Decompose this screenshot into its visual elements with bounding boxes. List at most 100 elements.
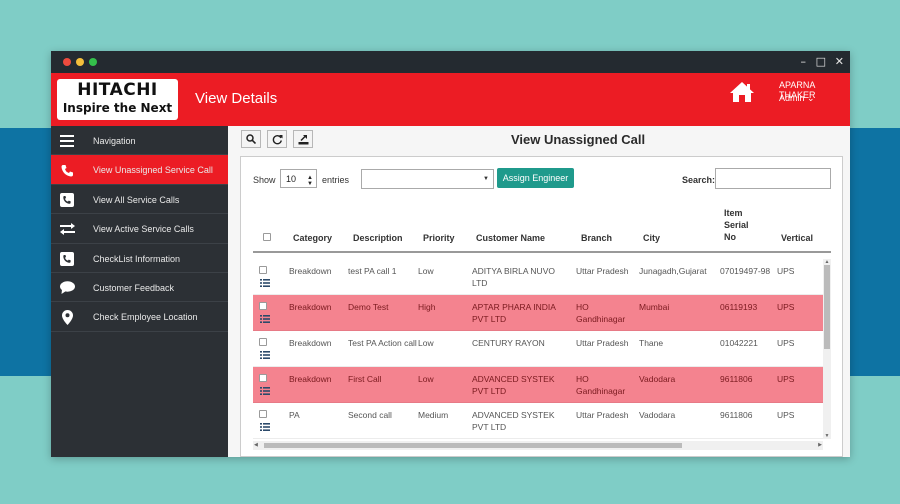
cell-vertical: UPS <box>777 374 795 384</box>
cell-customer: ADVANCED SYSTEK PVT LTD <box>472 374 555 396</box>
cell-customer: CENTURY RAYON <box>472 338 545 348</box>
cell-customer: APTAR PHARA INDIA PVT LTD <box>472 302 556 324</box>
entries-label: entries <box>322 175 350 185</box>
cell-vertical: UPS <box>777 338 795 348</box>
sidebar-item-label: Check Employee Location <box>93 312 198 323</box>
zoom-dot[interactable] <box>89 58 97 66</box>
minimize-icon[interactable]: – <box>801 55 807 69</box>
header-vertical[interactable]: Vertical <box>781 233 813 243</box>
close-icon[interactable]: ✕ <box>835 55 844 69</box>
cell-city: Mumbai <box>639 302 670 312</box>
list-icon[interactable] <box>260 387 270 395</box>
sidebar-item-feedback[interactable]: Customer Feedback <box>51 273 228 303</box>
sidebar-item-label: View All Service Calls <box>93 194 180 205</box>
close-dot[interactable] <box>63 58 71 66</box>
table-row[interactable]: Breakdown Demo Test High APTAR PHARA IND… <box>253 295 823 331</box>
vertical-scroll-thumb[interactable] <box>824 265 830 349</box>
cell-branch: Uttar Pradesh <box>576 338 629 348</box>
phone-square-icon <box>59 251 75 267</box>
cell-description: Demo Test <box>348 302 389 312</box>
maximize-icon[interactable]: □ <box>816 55 826 69</box>
cell-branch: Uttar Pradesh <box>576 410 629 420</box>
header-serial-line2[interactable]: Serial <box>724 220 749 230</box>
table-row[interactable]: Breakdown Test PA Action call Low CENTUR… <box>253 331 823 367</box>
horizontal-scrollbar[interactable]: ◀ ▶ <box>253 441 823 450</box>
header-branch[interactable]: Branch <box>581 233 612 243</box>
chat-bubble-icon <box>59 280 75 296</box>
row-checkbox[interactable] <box>259 410 267 418</box>
header-serial-line3[interactable]: No <box>724 232 736 242</box>
sidebar-item-checklist[interactable]: CheckList Information <box>51 244 228 273</box>
cell-serial: 01042221 <box>720 338 758 348</box>
assign-engineer-button[interactable]: Assign Engineer <box>497 168 574 188</box>
search-label: Search: <box>682 175 716 185</box>
cell-priority: Medium <box>418 410 449 420</box>
table-body: Breakdown test PA call 1 Low ADITYA BIRL… <box>253 259 823 439</box>
list-icon[interactable] <box>260 279 270 287</box>
vertical-scrollbar[interactable]: ▲ ▼ <box>823 259 831 439</box>
export-icon <box>298 134 308 144</box>
horizontal-scroll-thumb[interactable] <box>264 443 682 448</box>
header-serial-line1[interactable]: Item <box>724 208 743 218</box>
table-row[interactable]: Breakdown First Call Low ADVANCED SYSTEK… <box>253 367 823 403</box>
header-description[interactable]: Description <box>353 233 403 243</box>
list-icon[interactable] <box>260 315 270 323</box>
scroll-left-icon[interactable]: ◀ <box>254 441 258 450</box>
table-row[interactable]: Breakdown test PA call 1 Low ADITYA BIRL… <box>253 259 823 295</box>
sidebar-item-navigation[interactable]: Navigation <box>51 126 228 156</box>
row-checkbox[interactable] <box>259 266 267 274</box>
cell-city: Thane <box>639 338 664 348</box>
cell-category: PA <box>289 410 300 420</box>
cell-vertical: UPS <box>777 410 795 420</box>
user-role-dropdown[interactable]: Admin ⌄ <box>779 93 815 104</box>
show-label: Show <box>253 175 276 185</box>
table-row[interactable]: PA Second call Medium ADVANCED SYSTEK PV… <box>253 403 823 439</box>
entries-value: 10 <box>286 174 297 184</box>
cell-city: Junagadh,Gujarat <box>639 266 707 276</box>
cell-category: Breakdown <box>289 302 332 312</box>
header-city[interactable]: City <box>643 233 660 243</box>
logo-main-text: HITACHI <box>77 80 158 100</box>
sidebar-item-label: View Unassigned Service Call <box>93 165 213 176</box>
sidebar-item-view-all[interactable]: View All Service Calls <box>51 185 228 215</box>
cell-serial: 9611806 <box>720 374 753 384</box>
select-all-checkbox[interactable] <box>263 233 271 241</box>
cell-customer: ADITYA BIRLA NUVO LTD <box>472 266 555 288</box>
row-checkbox[interactable] <box>259 374 267 382</box>
row-checkbox[interactable] <box>259 302 267 310</box>
sidebar-item-label: Navigation <box>93 136 136 146</box>
export-button[interactable] <box>293 130 313 148</box>
list-icon[interactable] <box>260 423 270 431</box>
scroll-right-icon[interactable]: ▶ <box>818 441 822 450</box>
engineer-select[interactable]: ▼ <box>361 169 494 189</box>
calls-panel: Show 10 ▲ ▼ entries ▼ Assign Engineer Sea… <box>240 156 843 457</box>
list-icon[interactable] <box>260 351 270 359</box>
header-priority[interactable]: Priority <box>423 233 455 243</box>
cell-category: Breakdown <box>289 374 332 384</box>
chevron-down-icon: ▼ <box>483 176 489 182</box>
header-customer[interactable]: Customer Name <box>476 233 545 243</box>
cell-serial: 06119193 <box>720 302 758 312</box>
minimize-dot[interactable] <box>76 58 84 66</box>
sidebar-item-label: View Active Service Calls <box>93 224 194 235</box>
home-icon[interactable] <box>729 81 755 103</box>
cell-priority: Low <box>418 266 434 276</box>
refresh-icon <box>272 134 282 144</box>
header-category[interactable]: Category <box>293 233 332 243</box>
map-marker-icon <box>59 309 75 325</box>
row-checkbox[interactable] <box>259 338 267 346</box>
hitachi-logo[interactable]: HITACHI Inspire the Next <box>57 79 178 120</box>
scroll-down-icon[interactable]: ▼ <box>823 433 831 439</box>
search-input[interactable] <box>715 168 831 189</box>
cell-priority: Low <box>418 374 434 384</box>
cell-vertical: UPS <box>777 302 795 312</box>
cell-serial: 07019497-98 <box>720 266 771 276</box>
sidebar-item-employee-location[interactable]: Check Employee Location <box>51 302 228 332</box>
entries-select[interactable]: 10 ▲ ▼ <box>280 169 317 188</box>
refresh-button[interactable] <box>267 130 287 148</box>
sidebar-item-view-unassigned[interactable]: View Unassigned Service Call <box>51 155 228 185</box>
search-button[interactable] <box>241 130 261 148</box>
sidebar-item-view-active[interactable]: View Active Service Calls <box>51 214 228 244</box>
cell-city: Vadodara <box>639 410 676 420</box>
search-icon <box>246 134 256 144</box>
